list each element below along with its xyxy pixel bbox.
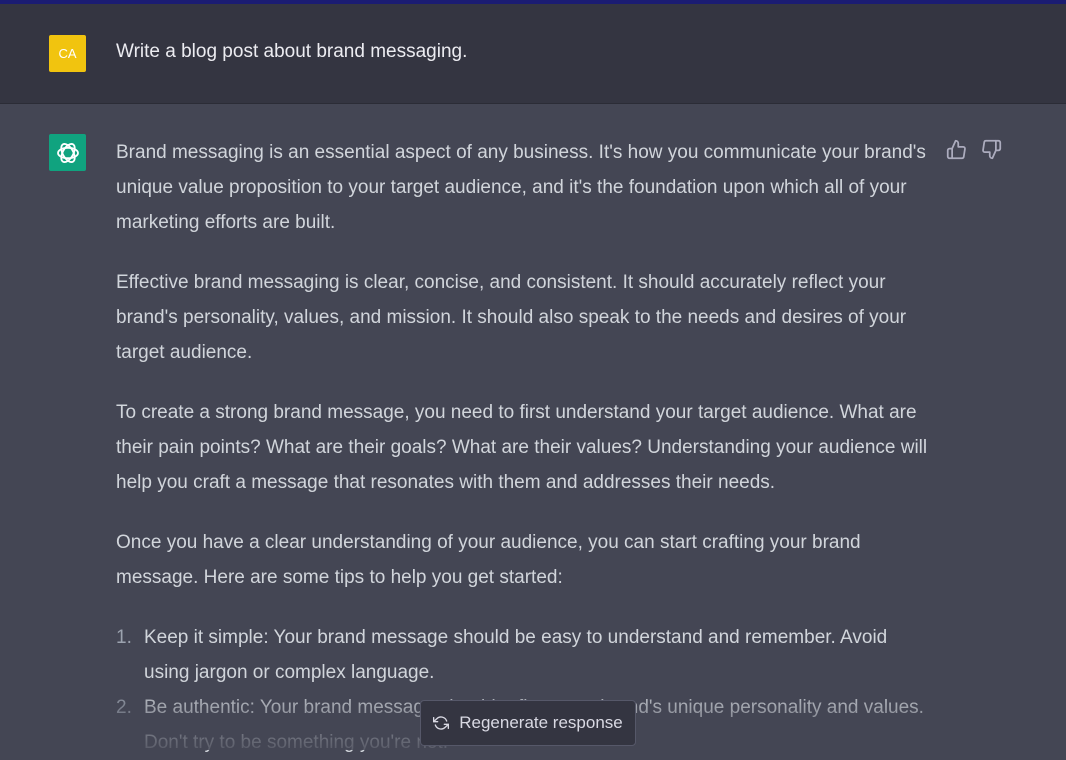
user-message-row: CA Write a blog post about brand messagi… <box>0 4 1066 104</box>
list-item-number: 2. <box>116 690 132 725</box>
assistant-message-content: Brand messaging is an essential aspect o… <box>116 135 931 760</box>
regenerate-label: Regenerate response <box>459 713 623 733</box>
assistant-paragraph-2: Effective brand messaging is clear, conc… <box>116 265 931 370</box>
regenerate-response-button[interactable]: Regenerate response <box>420 700 636 746</box>
assistant-avatar <box>49 134 86 171</box>
user-avatar: CA <box>49 35 86 72</box>
assistant-paragraph-1: Brand messaging is an essential aspect o… <box>116 135 931 240</box>
user-message-text: Write a blog post about brand messaging. <box>116 38 467 66</box>
list-item-number: 1. <box>116 620 132 655</box>
thumbs-down-icon[interactable] <box>981 139 1002 160</box>
assistant-paragraph-3: To create a strong brand message, you ne… <box>116 395 931 500</box>
feedback-buttons <box>946 139 1002 160</box>
list-item: 1. Keep it simple: Your brand message sh… <box>116 620 931 690</box>
thumbs-up-icon[interactable] <box>946 139 967 160</box>
openai-logo-icon <box>54 139 82 167</box>
assistant-message-row: Brand messaging is an essential aspect o… <box>0 104 1066 750</box>
list-item-text: Keep it simple: Your brand message shoul… <box>144 627 887 683</box>
refresh-icon <box>433 715 449 731</box>
assistant-paragraph-4: Once you have a clear understanding of y… <box>116 525 931 595</box>
